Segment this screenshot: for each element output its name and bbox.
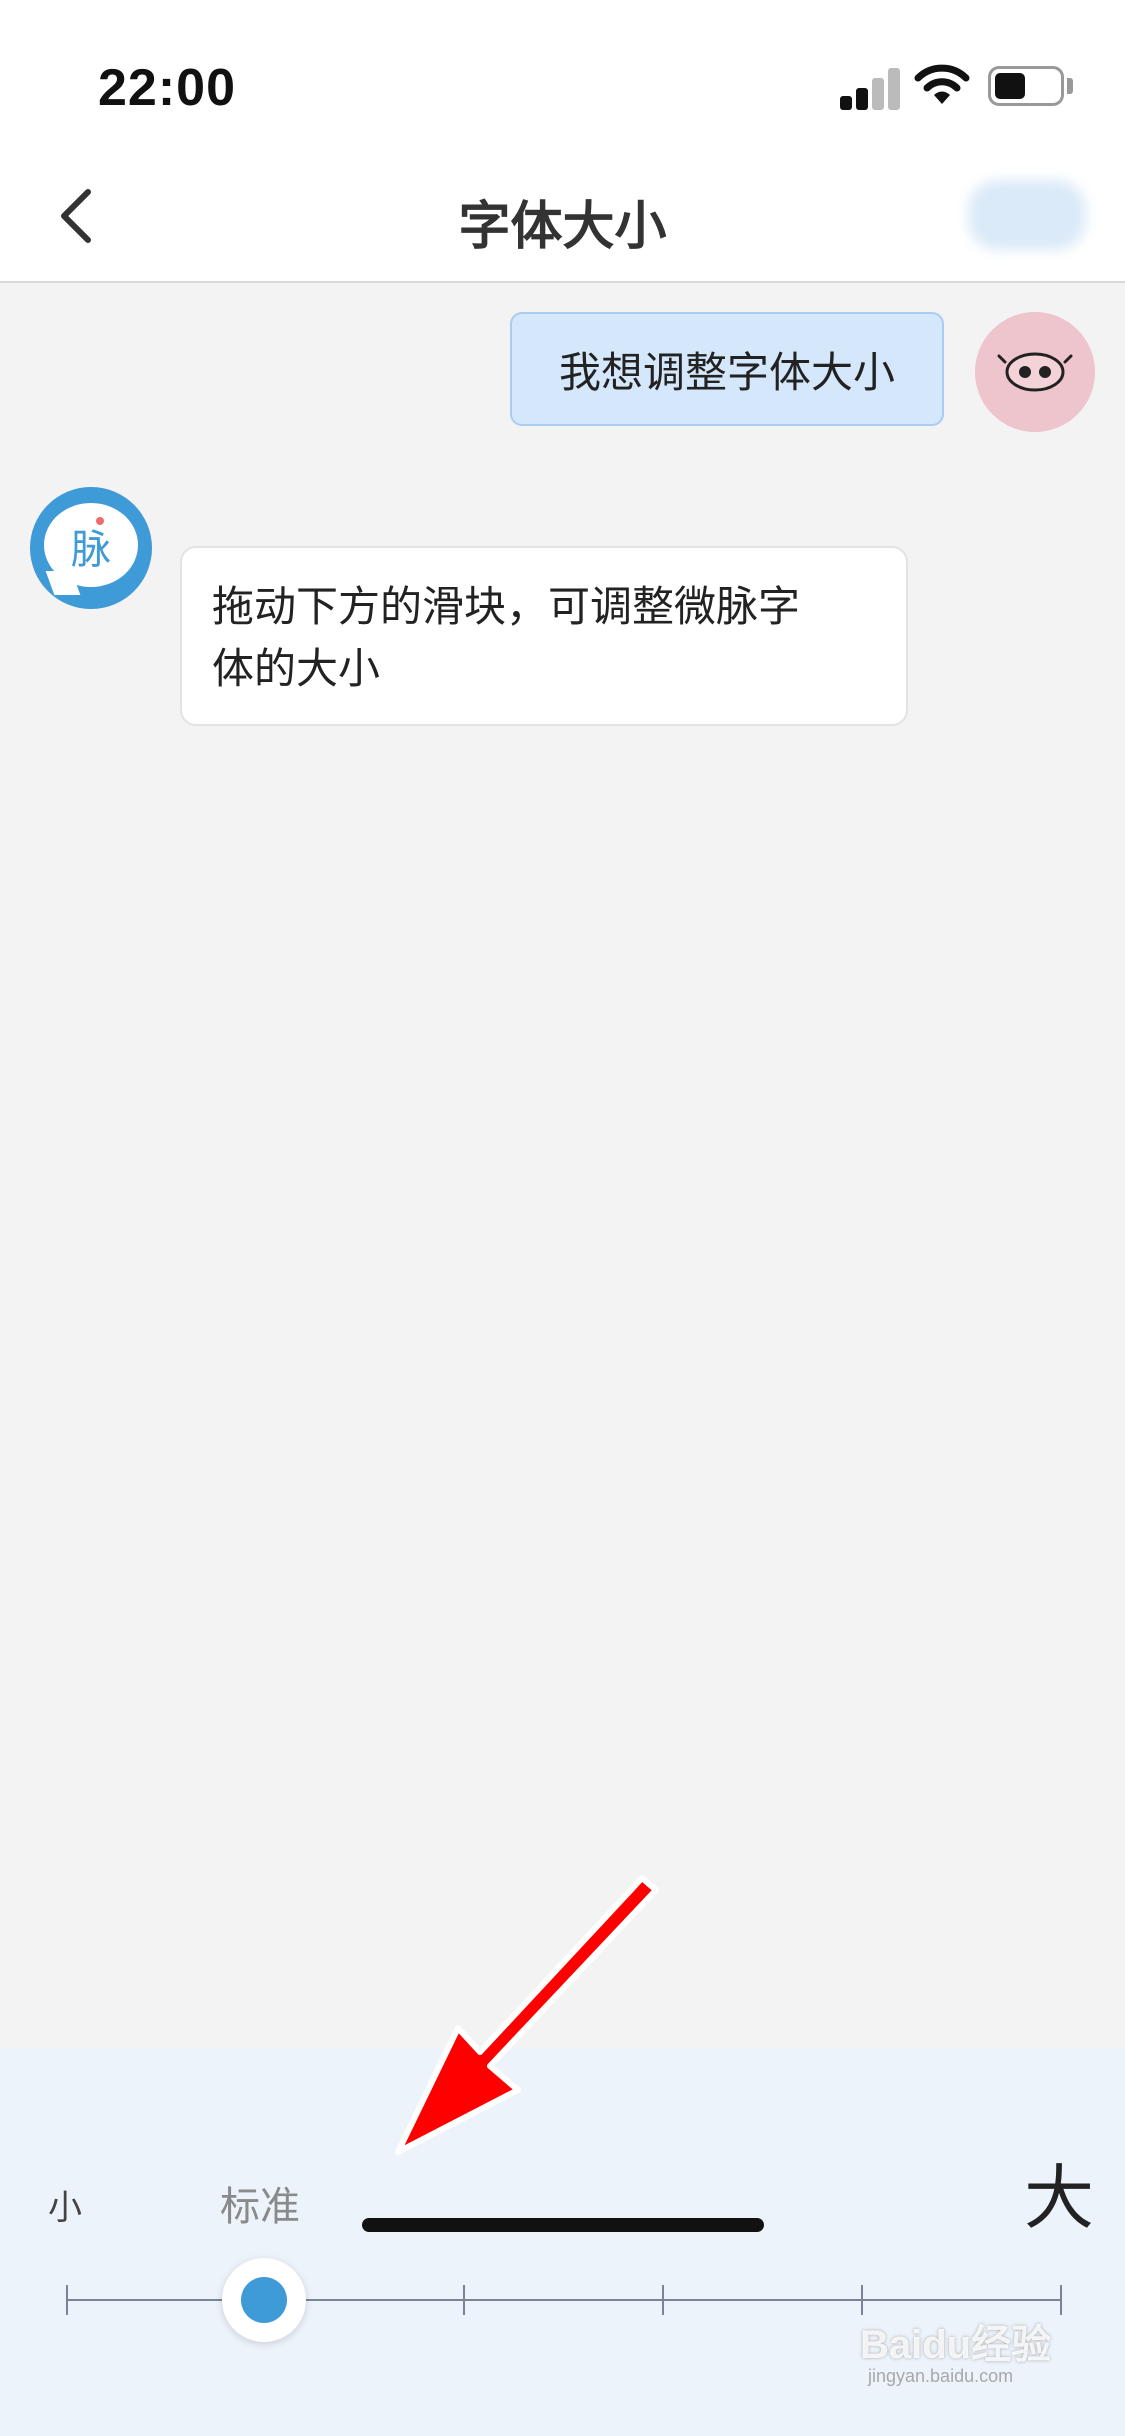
- watermark-url: jingyan.baidu.com: [868, 2366, 1014, 2386]
- font-size-slider-thumb[interactable]: [222, 2258, 306, 2342]
- bot-message-line: 体的大小: [212, 644, 381, 693]
- nav-right-button[interactable]: [968, 180, 1086, 250]
- app-logo-glyph: 脉: [71, 527, 111, 573]
- status-time: 22:00: [98, 59, 236, 117]
- bot-message-line: 拖动下方的滑块，可调整微脉字: [212, 582, 801, 631]
- slider-tick[interactable]: [861, 2285, 863, 2315]
- font-size-label-large: 大: [1024, 2157, 1094, 2239]
- wifi-icon: [914, 64, 970, 104]
- page-title: 字体大小: [458, 197, 667, 257]
- font-size-slider-track[interactable]: [66, 2299, 1062, 2301]
- slider-tick[interactable]: [662, 2285, 664, 2315]
- home-indicator-bar[interactable]: [362, 2218, 764, 2232]
- battery-cap: [1067, 78, 1073, 94]
- slider-tick[interactable]: [1060, 2285, 1062, 2315]
- user-avatar[interactable]: [975, 312, 1095, 432]
- font-size-label-small: 小: [48, 2188, 82, 2228]
- cellular-signal-icon: [840, 66, 902, 110]
- app-avatar[interactable]: 脉: [30, 487, 152, 609]
- battery-icon: [988, 66, 1064, 106]
- annotation-arrow-icon: [395, 1875, 659, 2155]
- status-bar: 22:00: [0, 0, 1125, 150]
- heart-icon: [96, 517, 104, 525]
- watermark-logo: Baidu经验: [860, 2323, 1052, 2367]
- slider-tick[interactable]: [463, 2285, 465, 2315]
- bot-message-bubble: 拖动下方的滑块，可调整微脉字 体的大小: [180, 546, 908, 726]
- nav-bar: 字体大小: [0, 150, 1125, 283]
- font-size-label-standard: 标准: [220, 2184, 300, 2230]
- slider-tick[interactable]: [66, 2285, 68, 2315]
- user-message-bubble: 我想调整字体大小: [510, 312, 944, 426]
